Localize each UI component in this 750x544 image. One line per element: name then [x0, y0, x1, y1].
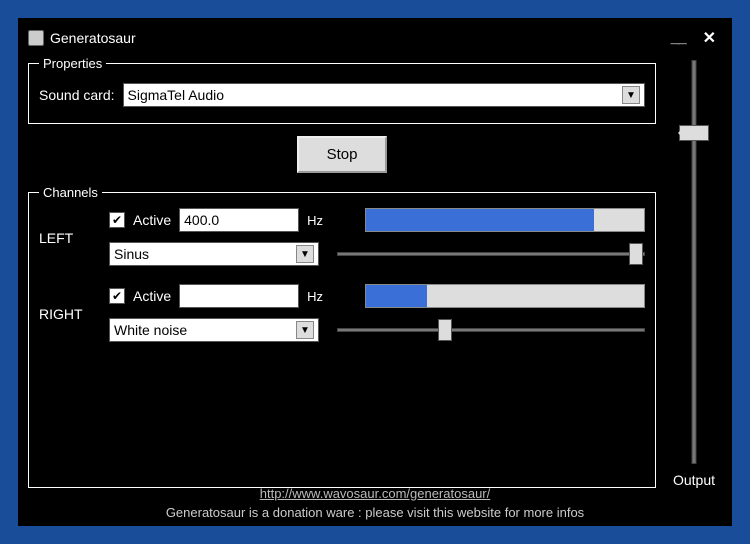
right-active-checkbox[interactable]: ✔: [109, 288, 125, 304]
footer: http://www.wavosaur.com/generatosaur/ Ge…: [18, 486, 732, 520]
left-wave-value: Sinus: [114, 246, 149, 262]
right-wave-value: White noise: [114, 322, 187, 338]
hz-label: Hz: [307, 289, 347, 304]
channel-left-name: LEFT: [39, 230, 99, 266]
left-slider-thumb[interactable]: [629, 243, 643, 265]
right-freq-input[interactable]: [179, 284, 299, 308]
close-button[interactable]: ✕: [697, 28, 722, 48]
window-title: Generatosaur: [50, 30, 659, 46]
slider-track: [692, 60, 697, 464]
left-wave-select[interactable]: Sinus ▼: [109, 242, 319, 266]
right-slider-thumb[interactable]: [438, 319, 452, 341]
channel-left: LEFT ✔ Active 400.0 Hz: [39, 208, 645, 266]
left-level-meter[interactable]: [365, 208, 645, 232]
titlebar: Generatosaur __ ✕: [28, 26, 722, 56]
app-icon: [28, 30, 44, 46]
chevron-down-icon: ▼: [296, 245, 314, 263]
output-slider[interactable]: [666, 60, 722, 464]
left-slider[interactable]: [337, 242, 645, 266]
website-link[interactable]: http://www.wavosaur.com/generatosaur/: [260, 486, 491, 501]
properties-legend: Properties: [39, 56, 106, 71]
right-level-fill: [366, 285, 427, 307]
right-slider[interactable]: [337, 318, 645, 342]
channels-legend: Channels: [39, 185, 102, 200]
channel-right: RIGHT ✔ Active Hz: [39, 284, 645, 342]
properties-group: Properties Sound card: SigmaTel Audio ▼: [28, 56, 656, 124]
hz-label: Hz: [307, 213, 347, 228]
app-window: Generatosaur __ ✕ Properties Sound card:…: [18, 18, 732, 526]
minimize-button[interactable]: __: [665, 29, 691, 47]
soundcard-value: SigmaTel Audio: [128, 87, 225, 103]
chevron-down-icon: ▼: [296, 321, 314, 339]
right-level-meter[interactable]: [365, 284, 645, 308]
right-wave-select[interactable]: White noise ▼: [109, 318, 319, 342]
slider-track: [337, 328, 645, 332]
output-slider-thumb[interactable]: [679, 125, 709, 141]
left-active-label: Active: [133, 212, 171, 228]
soundcard-label: Sound card:: [39, 87, 115, 103]
soundcard-select[interactable]: SigmaTel Audio ▼: [123, 83, 646, 107]
tagline: Generatosaur is a donation ware : please…: [166, 505, 584, 520]
chevron-down-icon: ▼: [622, 86, 640, 104]
slider-track: [337, 252, 645, 256]
right-active-label: Active: [133, 288, 171, 304]
output-panel: Output: [666, 56, 722, 488]
channel-right-name: RIGHT: [39, 306, 99, 342]
left-active-checkbox[interactable]: ✔: [109, 212, 125, 228]
left-freq-input[interactable]: 400.0: [179, 208, 299, 232]
stop-button[interactable]: Stop: [297, 136, 388, 173]
channels-group: Channels LEFT ✔ Active 400.0 Hz: [28, 185, 656, 488]
left-level-fill: [366, 209, 594, 231]
